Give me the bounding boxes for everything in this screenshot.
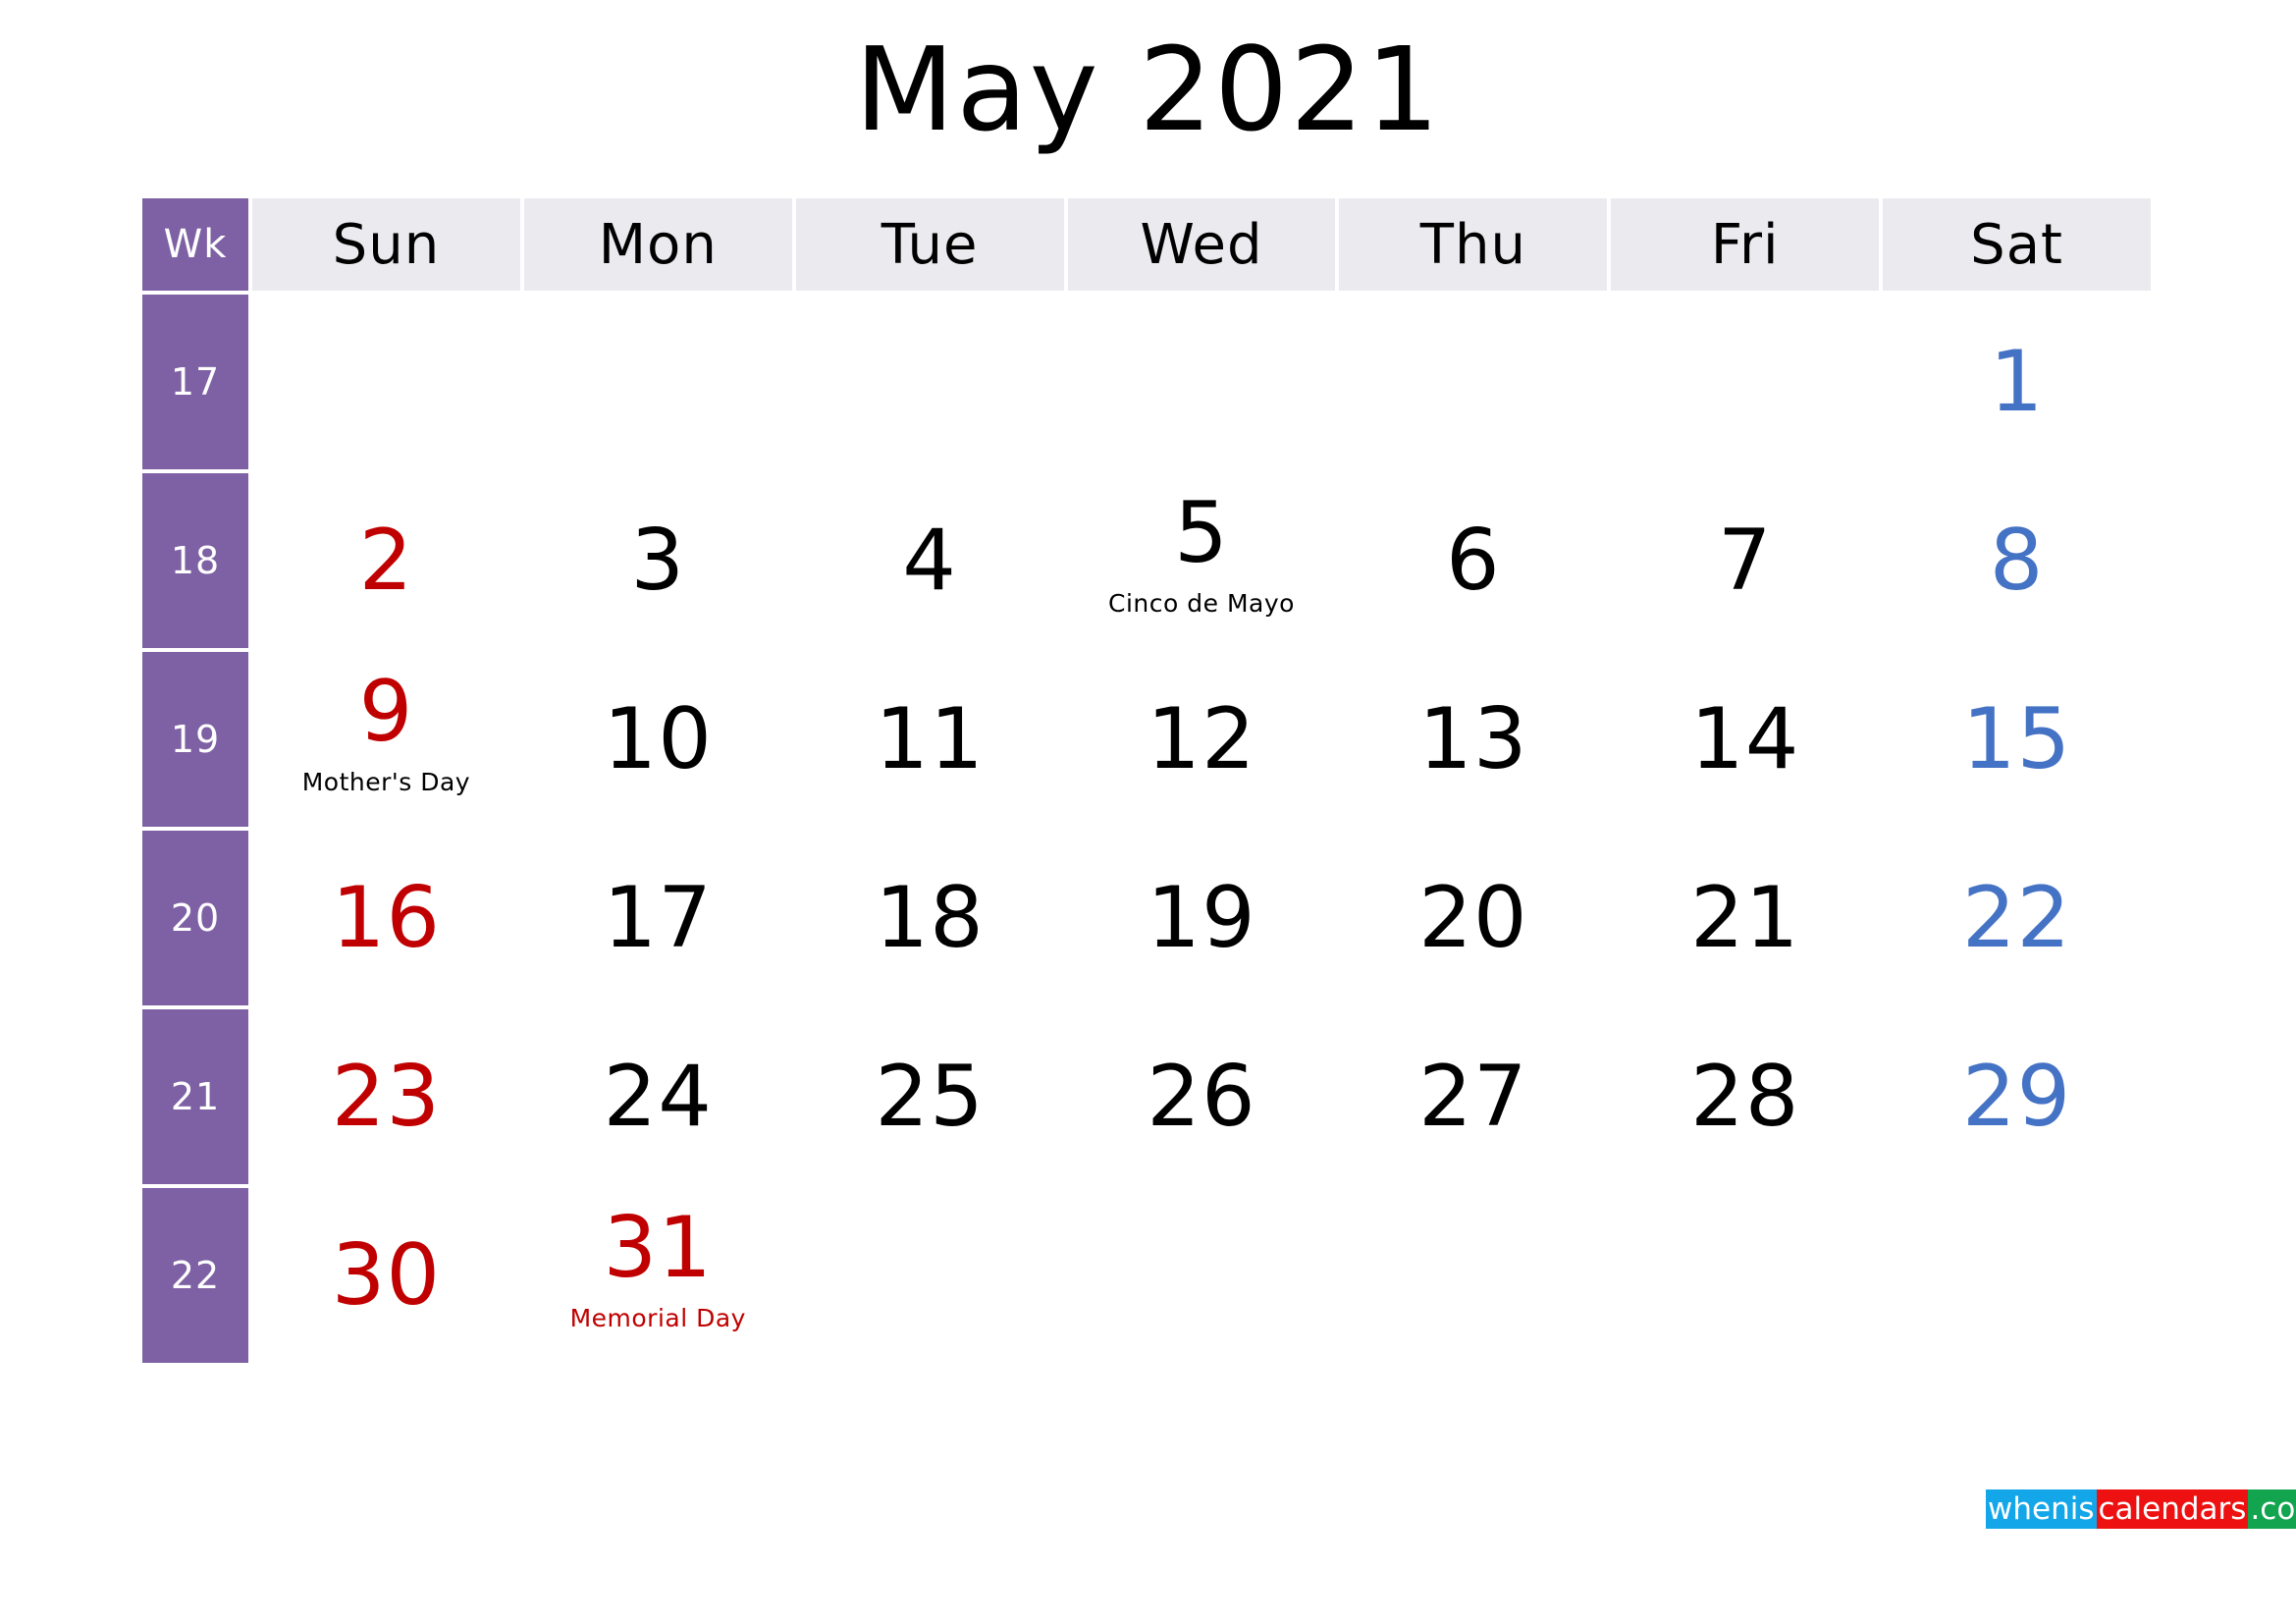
day-cell-empty (795, 1188, 1064, 1363)
day-cell[interactable]: 18 (795, 831, 1064, 1005)
day-number: 8 (1989, 512, 2045, 610)
holiday-label: Cinco de Mayo (1108, 589, 1295, 618)
day-number: 2 (358, 512, 414, 610)
holiday-label: Memorial Day (569, 1304, 746, 1332)
day-cell-empty (523, 295, 792, 469)
day-header-thu: Thu (1339, 198, 1608, 291)
day-cell[interactable]: 15 (1883, 652, 2151, 827)
logo-segment-calendars: calendars (2096, 1489, 2249, 1529)
day-cell[interactable]: 6 (1339, 473, 1608, 648)
day-cell-empty (1339, 295, 1608, 469)
day-number: 27 (1418, 1048, 1528, 1146)
day-cell[interactable]: 16 (252, 831, 520, 1005)
day-cell-empty (1339, 1188, 1608, 1363)
day-number: 6 (1445, 512, 1501, 610)
day-header-wed: Wed (1067, 198, 1336, 291)
day-cell[interactable]: 10 (523, 652, 792, 827)
day-cell[interactable]: 23 (252, 1009, 520, 1184)
day-number: 25 (875, 1048, 985, 1146)
day-cell[interactable]: 8 (1883, 473, 2151, 648)
logo-segment-com: .com (2248, 1489, 2296, 1529)
week-number-cell: 18 (142, 473, 248, 648)
day-cell-empty (1883, 1188, 2151, 1363)
day-number: 23 (331, 1048, 442, 1146)
day-cell[interactable]: 11 (795, 652, 1064, 827)
day-number: 19 (1147, 869, 1256, 967)
week-number-cell: 20 (142, 831, 248, 1005)
day-number: 7 (1717, 512, 1773, 610)
day-number: 3 (630, 512, 686, 610)
day-cell[interactable]: 31 Memorial Day (523, 1188, 792, 1363)
day-number: 10 (603, 690, 713, 788)
day-number: 21 (1689, 869, 1800, 967)
day-number: 30 (331, 1226, 442, 1325)
day-cell-empty (1611, 1188, 1880, 1363)
week-number-cell: 19 (142, 652, 248, 827)
day-cell[interactable]: 5 Cinco de Mayo (1067, 473, 1336, 648)
day-number: 1 (1989, 333, 2045, 431)
day-number: 9 (358, 663, 414, 761)
day-number: 29 (1961, 1048, 2072, 1146)
day-cell-empty (1067, 1188, 1336, 1363)
day-cell[interactable]: 14 (1611, 652, 1880, 827)
week-number-cell: 22 (142, 1188, 248, 1363)
day-cell[interactable]: 19 (1067, 831, 1336, 1005)
day-cell[interactable]: 26 (1067, 1009, 1336, 1184)
day-cell[interactable]: 30 (252, 1188, 520, 1363)
holiday-label: Mother's Day (301, 768, 471, 796)
day-cell-empty (1611, 295, 1880, 469)
day-cell[interactable]: 12 (1067, 652, 1336, 827)
day-number: 15 (1961, 690, 2072, 788)
day-number: 14 (1689, 690, 1800, 788)
day-number: 4 (902, 512, 957, 610)
day-number: 13 (1418, 690, 1528, 788)
day-number: 20 (1418, 869, 1528, 967)
day-header-sat: Sat (1883, 198, 2151, 291)
day-number: 17 (603, 869, 713, 967)
day-cell[interactable]: 1 (1883, 295, 2151, 469)
day-cell-empty (252, 295, 520, 469)
logo-segment-whenis: whenis (1986, 1489, 2097, 1529)
day-header-mon: Mon (523, 198, 792, 291)
day-cell[interactable]: 21 (1611, 831, 1880, 1005)
day-number: 24 (603, 1048, 713, 1146)
day-cell[interactable]: 7 (1611, 473, 1880, 648)
day-number: 5 (1174, 484, 1229, 582)
day-cell-empty (795, 295, 1064, 469)
page-title: May 2021 (854, 22, 1442, 157)
day-cell[interactable]: 25 (795, 1009, 1064, 1184)
day-cell[interactable]: 27 (1339, 1009, 1608, 1184)
day-cell[interactable]: 29 (1883, 1009, 2151, 1184)
day-number: 18 (875, 869, 985, 967)
day-number: 22 (1961, 869, 2072, 967)
day-cell[interactable]: 28 (1611, 1009, 1880, 1184)
day-cell[interactable]: 9 Mother's Day (252, 652, 520, 827)
week-number-header: Wk (142, 198, 248, 291)
day-number: 28 (1689, 1048, 1800, 1146)
day-number: 11 (875, 690, 985, 788)
day-cell[interactable]: 4 (795, 473, 1064, 648)
calendar-grid: Wk Sun Mon Tue Wed Thu Fri Sat 17 1 18 2 3 4 5 Cinco de… (142, 198, 2151, 1363)
day-cell[interactable]: 17 (523, 831, 792, 1005)
day-header-sun: Sun (252, 198, 520, 291)
site-watermark-logo[interactable]: whenis calendars .com (1986, 1489, 2296, 1529)
day-number: 12 (1147, 690, 1256, 788)
day-cell[interactable]: 24 (523, 1009, 792, 1184)
day-header-tue: Tue (795, 198, 1064, 291)
day-number: 31 (603, 1199, 713, 1297)
day-header-fri: Fri (1611, 198, 1880, 291)
day-cell[interactable]: 13 (1339, 652, 1608, 827)
day-cell[interactable]: 22 (1883, 831, 2151, 1005)
day-cell[interactable]: 3 (523, 473, 792, 648)
day-number: 26 (1147, 1048, 1256, 1146)
day-number: 16 (331, 869, 442, 967)
week-number-cell: 17 (142, 295, 248, 469)
day-cell-empty (1067, 295, 1336, 469)
day-cell[interactable]: 2 (252, 473, 520, 648)
week-number-cell: 21 (142, 1009, 248, 1184)
day-cell[interactable]: 20 (1339, 831, 1608, 1005)
